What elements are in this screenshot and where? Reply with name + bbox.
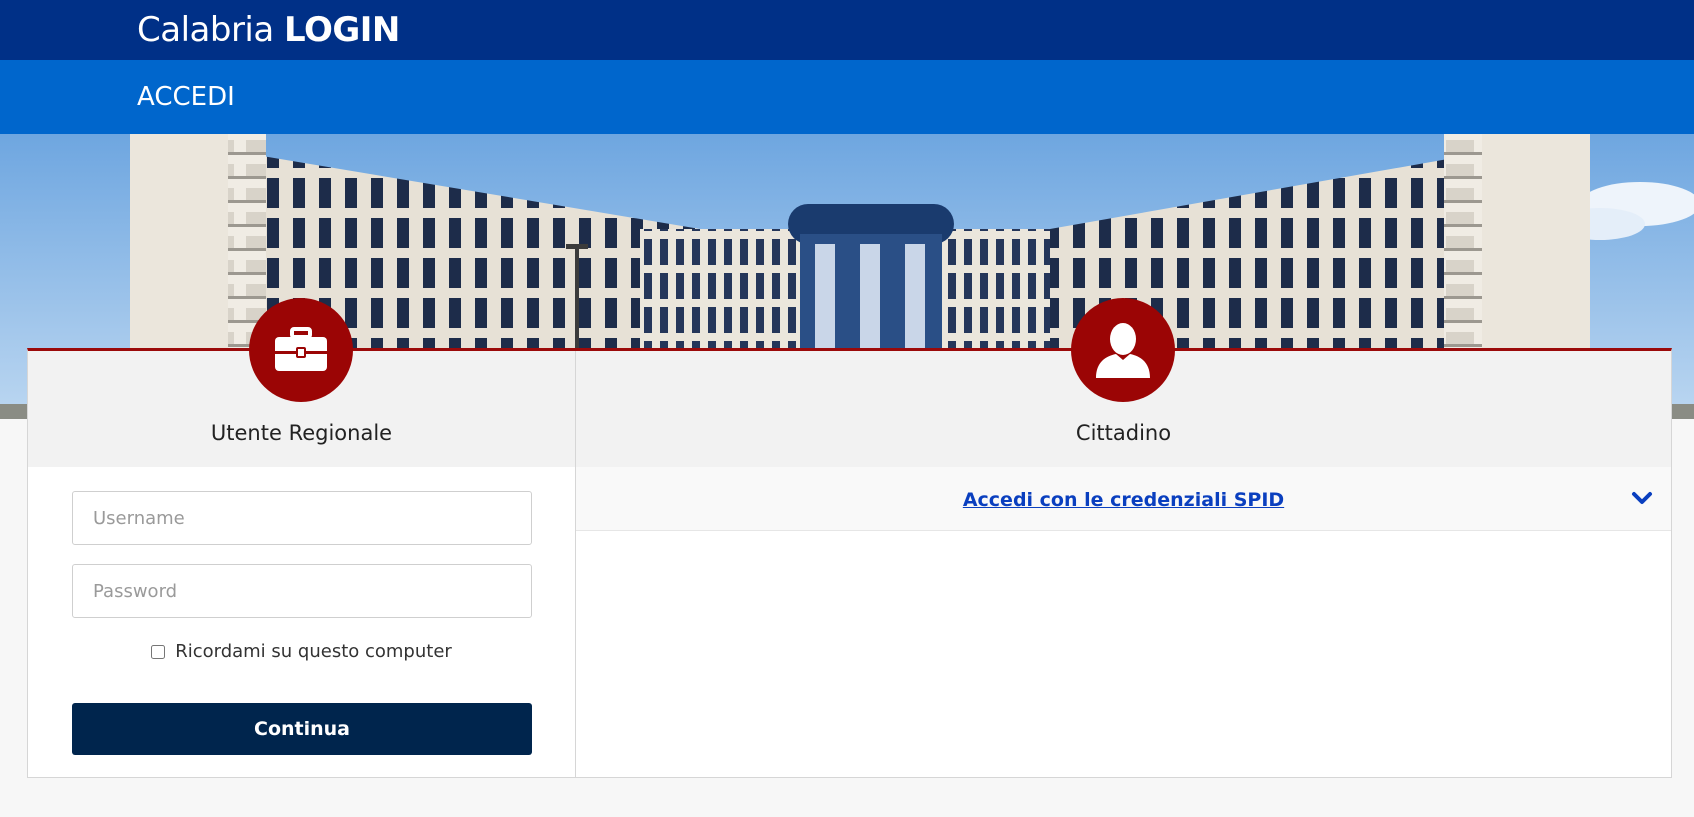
citizen-title: Cittadino [1075,421,1172,445]
username-input[interactable] [72,491,532,545]
citizen-panel: Cittadino Accedi con le credenziali SPID [576,351,1671,778]
remember-me-row[interactable]: Ricordami su questo computer [28,641,575,662]
top-header-bar: Calabria LOGIN [0,0,1694,60]
regional-user-title: Utente Regionale [210,421,393,445]
chevron-down-icon[interactable] [1631,489,1653,507]
spid-accordion[interactable]: Accedi con le credenziali SPID [576,467,1671,531]
brand-name: Calabria [137,10,274,50]
brand-title[interactable]: Calabria LOGIN [137,8,400,52]
password-input[interactable] [72,564,532,618]
section-bar: ACCEDI [0,60,1694,134]
brand-suffix: LOGIN [284,10,400,50]
login-panels: Utente Regionale Ricordami su questo com… [27,348,1672,778]
remember-me-checkbox[interactable] [151,644,166,659]
page-title: ACCEDI [137,82,235,112]
briefcase-icon [249,298,353,402]
remember-me-label: Ricordami su questo computer [175,641,452,662]
spid-login-link[interactable]: Accedi con le credenziali SPID [576,489,1671,511]
user-icon [1071,298,1175,402]
regional-user-panel: Utente Regionale Ricordami su questo com… [28,351,576,778]
continue-button[interactable]: Continua [72,703,532,755]
